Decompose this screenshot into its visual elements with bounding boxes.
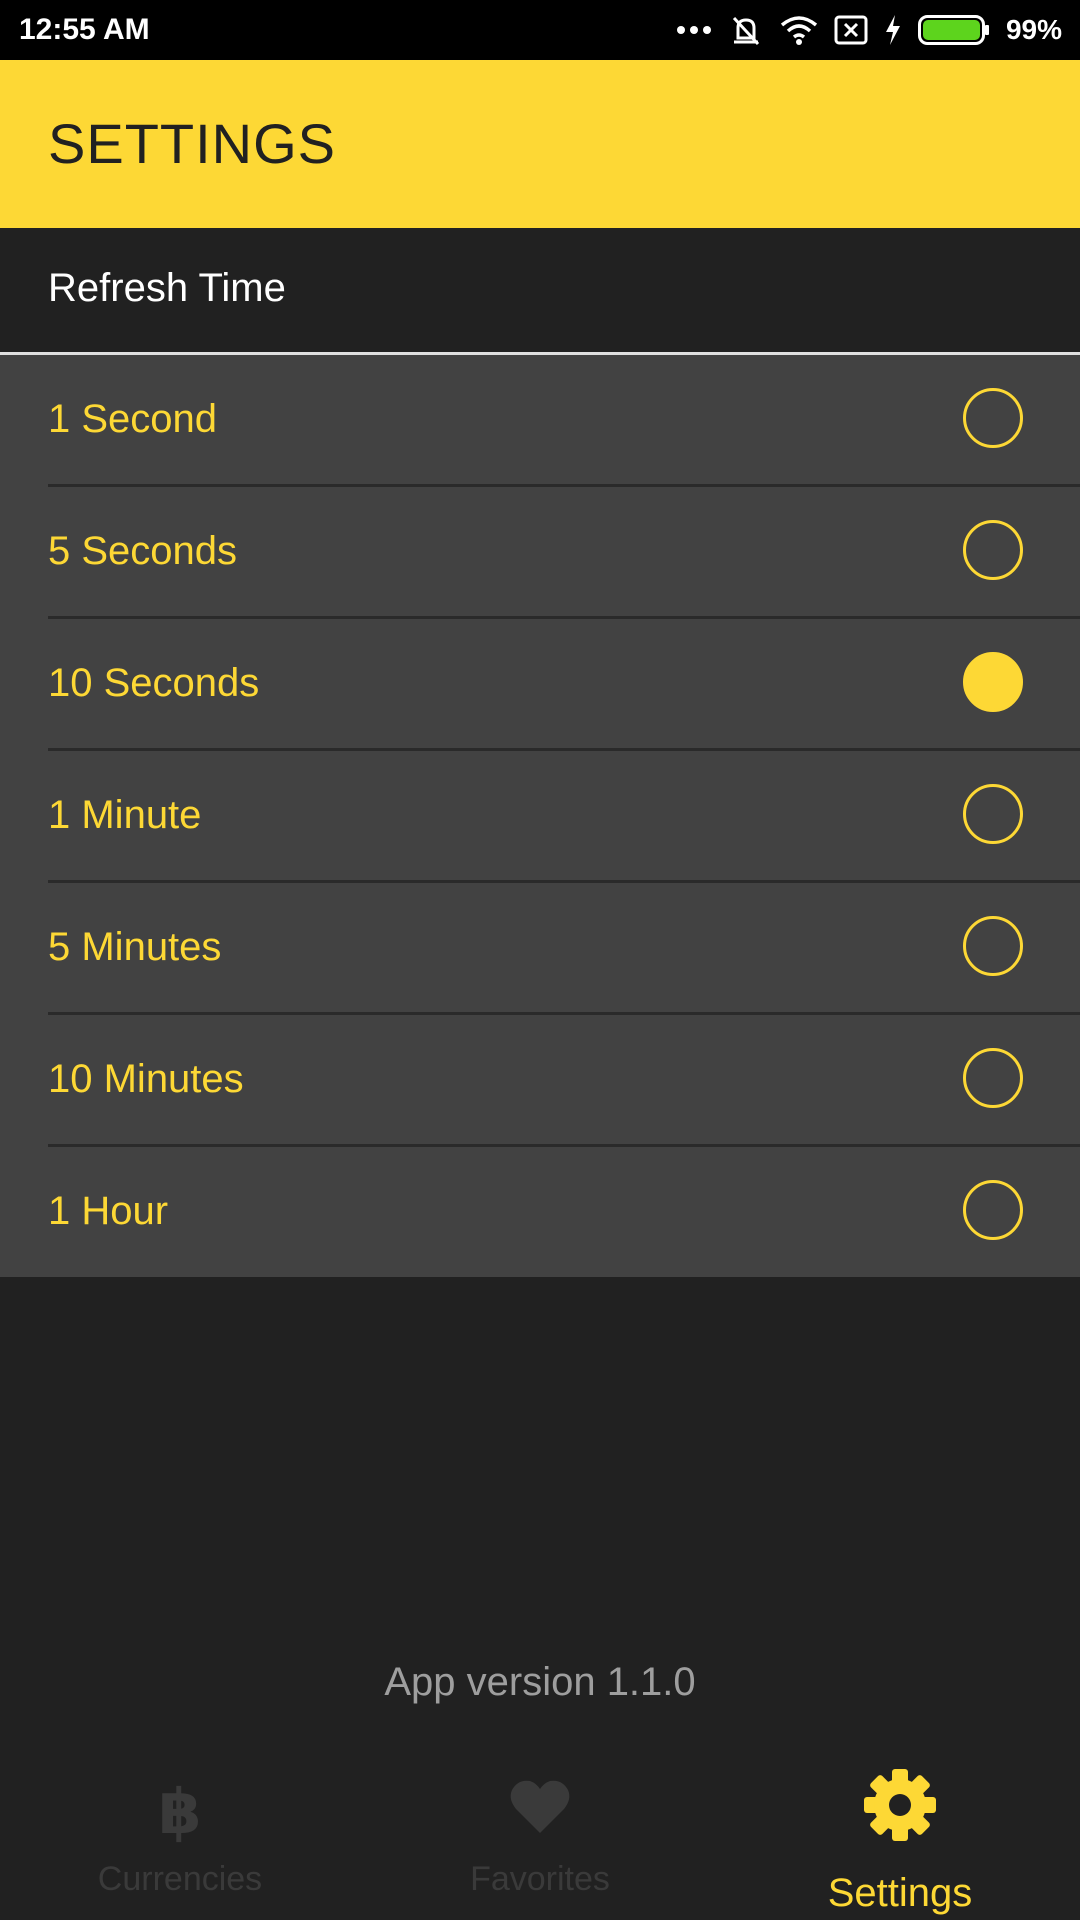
sim-x-icon — [834, 15, 868, 45]
option-row-5-minutes[interactable]: 5 Minutes — [0, 883, 1080, 1015]
option-label: 1 Minute — [48, 793, 202, 837]
vibrate-off-icon — [732, 16, 760, 46]
nav-tab-favorites[interactable]: Favorites — [360, 1745, 720, 1920]
radio-button[interactable] — [963, 520, 1023, 580]
bitcoin-icon: ฿ — [158, 1777, 201, 1843]
status-bar: 12:55 AM 99% — [0, 0, 1080, 60]
battery-icon — [917, 15, 989, 45]
nav-label: Favorites — [470, 1860, 610, 1898]
refresh-options-list: 1 Second 5 Seconds 10 Seconds 1 Minute 5… — [0, 355, 1080, 1277]
charging-bolt-icon — [885, 15, 900, 45]
option-label: 1 Hour — [48, 1189, 169, 1233]
nav-label: Settings — [827, 1871, 973, 1915]
app-version: App version 1.1.0 — [384, 1660, 696, 1704]
option-row-1-hour[interactable]: 1 Hour — [0, 1147, 1080, 1279]
radio-button[interactable] — [963, 1048, 1023, 1108]
nav-tab-currencies[interactable]: ฿ Currencies — [0, 1745, 360, 1920]
option-row-10-seconds[interactable]: 10 Seconds — [0, 619, 1080, 751]
radio-button[interactable] — [963, 916, 1023, 976]
option-row-10-minutes[interactable]: 10 Minutes — [0, 1015, 1080, 1147]
bottom-navigation: ฿ Currencies Favorites Settings — [0, 1745, 1080, 1920]
status-time: 12:55 AM — [19, 13, 150, 46]
svg-text:฿: ฿ — [158, 1777, 201, 1843]
option-row-5-seconds[interactable]: 5 Seconds — [0, 487, 1080, 619]
option-label: 10 Minutes — [48, 1057, 244, 1101]
option-label: 5 Seconds — [48, 529, 238, 573]
page-title: SETTINGS — [48, 112, 337, 175]
nav-tab-settings[interactable]: Settings — [720, 1745, 1080, 1920]
radio-button[interactable] — [963, 1180, 1023, 1240]
option-row-1-minute[interactable]: 1 Minute — [0, 751, 1080, 883]
heart-icon — [510, 1780, 570, 1833]
battery-percent: 99% — [1005, 14, 1062, 45]
option-label: 10 Seconds — [48, 661, 260, 705]
section-header: Refresh Time — [0, 228, 1080, 354]
option-row-1-second[interactable]: 1 Second — [0, 355, 1080, 487]
option-label: 1 Second — [48, 397, 218, 441]
status-icons: 99% — [676, 0, 1062, 60]
section-title: Refresh Time — [48, 266, 286, 310]
gear-icon — [864, 1769, 936, 1841]
wifi-icon — [780, 16, 818, 45]
app-bar: SETTINGS — [0, 60, 1080, 228]
radio-button[interactable] — [963, 784, 1023, 844]
nav-label: Currencies — [97, 1860, 263, 1898]
radio-button-selected[interactable] — [963, 652, 1023, 712]
option-label: 5 Minutes — [48, 925, 222, 969]
more-dots-icon — [676, 26, 711, 34]
radio-button[interactable] — [963, 388, 1023, 448]
